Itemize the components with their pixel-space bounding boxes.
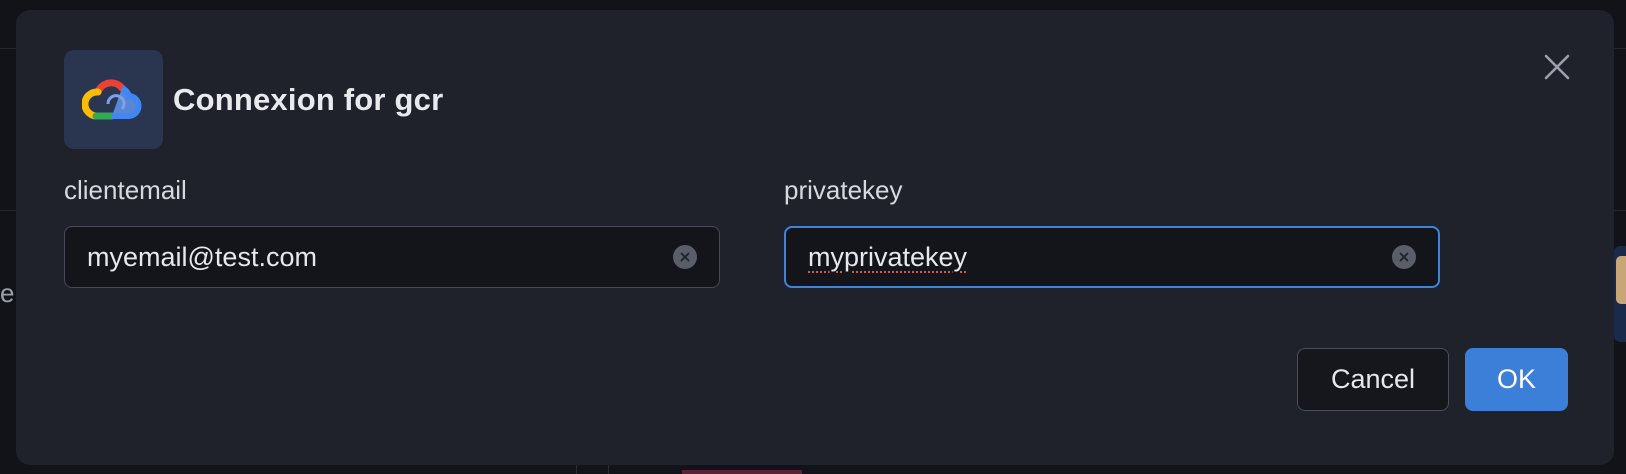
private-key-input-wrapper xyxy=(784,226,1440,288)
private-key-input[interactable] xyxy=(786,228,1438,286)
client-email-input-wrapper xyxy=(64,226,720,288)
backdrop-badge-fragment xyxy=(682,470,802,474)
clear-private-key-button[interactable] xyxy=(1392,245,1416,269)
client-email-field-group: clientemail xyxy=(64,170,720,288)
dialog-header: Connexion for gcr xyxy=(64,50,443,149)
clear-icon xyxy=(1399,252,1409,262)
close-icon xyxy=(1544,54,1570,80)
clear-icon xyxy=(680,252,690,262)
connection-dialog: Connexion for gcr clientemail privatekey xyxy=(16,10,1614,465)
client-email-input[interactable] xyxy=(65,227,719,287)
ok-button[interactable]: OK xyxy=(1465,348,1568,411)
google-cloud-icon xyxy=(81,78,141,119)
dialog-title: Connexion for gcr xyxy=(173,81,444,117)
dialog-footer: Cancel OK xyxy=(1297,348,1568,411)
provider-logo-tile xyxy=(64,50,163,149)
backdrop-avatar-fragment xyxy=(1614,246,1626,342)
clear-client-email-button[interactable] xyxy=(673,245,697,269)
private-key-field-group: privatekey xyxy=(784,170,1440,288)
cancel-button[interactable]: Cancel xyxy=(1297,348,1449,411)
close-button[interactable] xyxy=(1542,52,1572,82)
private-key-label: privatekey xyxy=(784,175,903,205)
client-email-label: clientemail xyxy=(64,175,187,205)
